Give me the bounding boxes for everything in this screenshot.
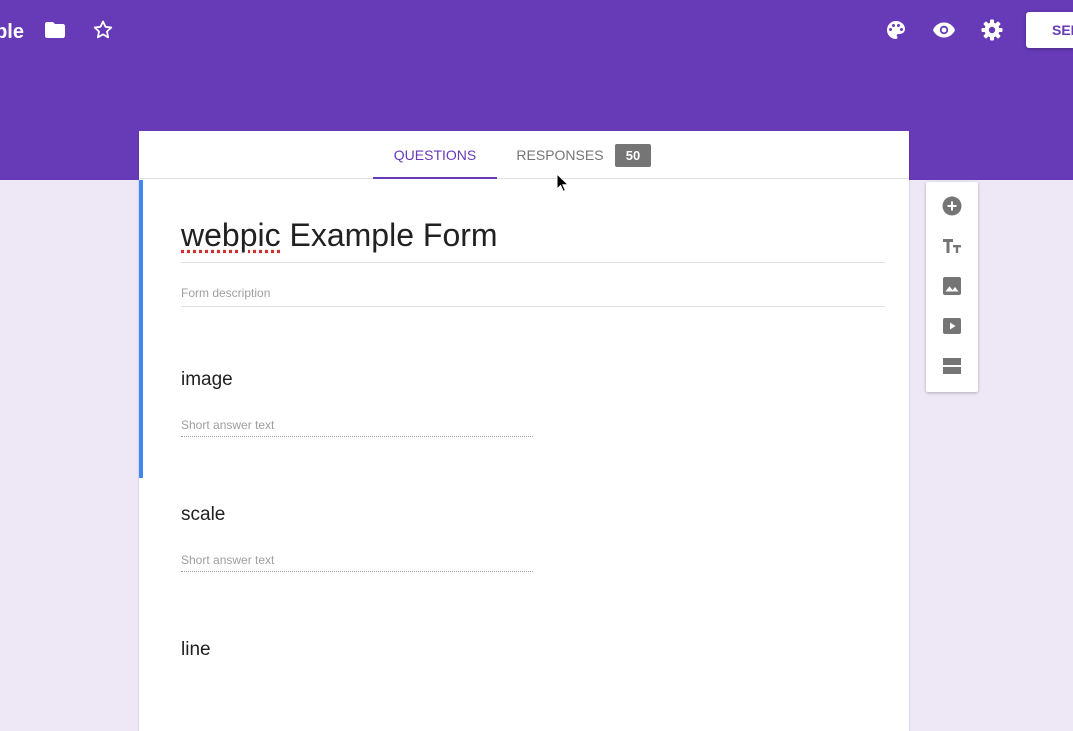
question-title[interactable]: line	[181, 637, 541, 663]
question-title[interactable]: image	[181, 367, 541, 393]
form-title-flagged-word: webpic	[181, 217, 281, 253]
palette-icon[interactable]	[884, 18, 908, 42]
tab-bar: QUESTIONS RESPONSES 50	[139, 131, 909, 179]
form-title[interactable]: webpic Example Form	[181, 211, 885, 263]
section-icon[interactable]	[940, 354, 964, 378]
tab-responses[interactable]: RESPONSES	[511, 131, 609, 179]
star-outline-icon[interactable]	[91, 18, 115, 42]
send-button[interactable]: SEND	[1026, 12, 1073, 48]
image-icon[interactable]	[940, 274, 964, 298]
floating-toolbar	[926, 182, 978, 392]
form-title-rest: Example Form	[280, 217, 498, 253]
question-title[interactable]: scale	[181, 502, 541, 528]
form-name[interactable]: webpic Example	[0, 18, 24, 46]
form-description-field[interactable]: Form description	[181, 283, 885, 307]
add-circle-icon[interactable]	[940, 194, 964, 218]
short-answer-field: Short answer text	[181, 417, 533, 437]
folder-icon[interactable]	[43, 18, 67, 42]
responses-count-badge: 50	[615, 144, 651, 167]
focus-indicator	[139, 180, 143, 478]
title-text-icon[interactable]	[940, 234, 964, 258]
mouse-cursor-icon	[556, 172, 570, 192]
eye-icon[interactable]	[932, 18, 956, 42]
gear-icon[interactable]	[980, 18, 1004, 42]
short-answer-field: Short answer text	[181, 552, 533, 572]
form-card: QUESTIONS RESPONSES 50 webpic Example Fo…	[139, 131, 909, 731]
tab-questions[interactable]: QUESTIONS	[373, 131, 497, 179]
video-icon[interactable]	[940, 314, 964, 338]
